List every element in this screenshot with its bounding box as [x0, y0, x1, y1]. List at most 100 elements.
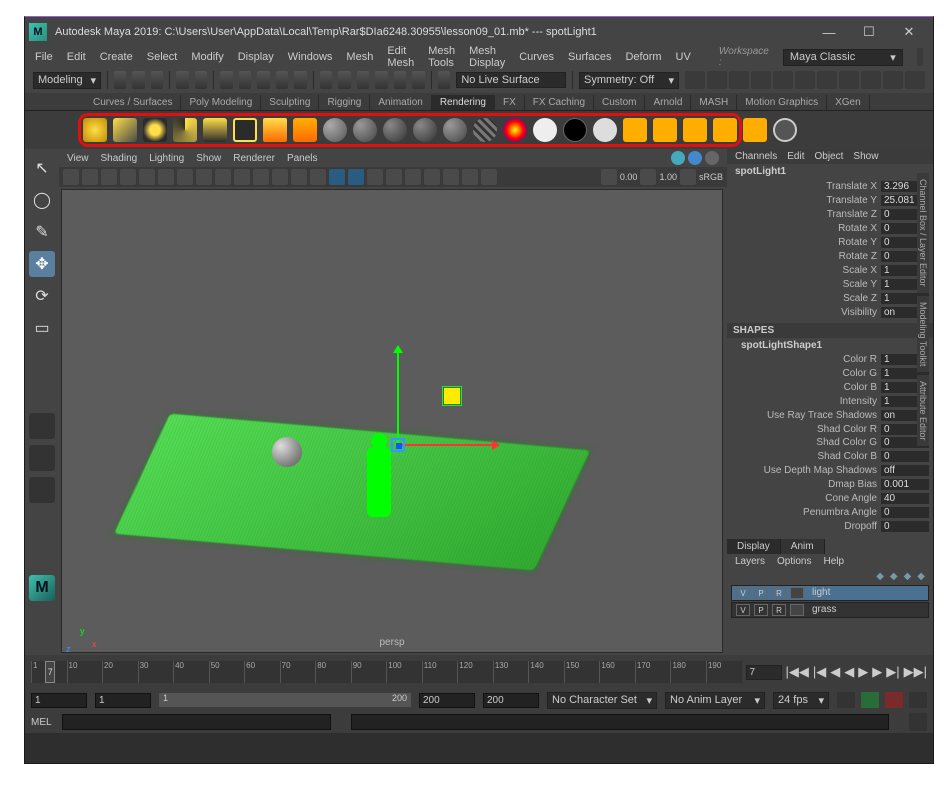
blinn-sphere-icon[interactable]	[323, 118, 347, 142]
panel-menu-shading[interactable]: Shading	[101, 153, 138, 164]
range-start-outer[interactable]: 1	[31, 693, 87, 708]
move-gizmo-y[interactable]	[397, 346, 399, 446]
snap-curve-icon[interactable]	[338, 71, 351, 89]
layers-options[interactable]: Options	[777, 556, 811, 567]
display-tab[interactable]: Display	[727, 539, 781, 554]
panel-icon[interactable]	[82, 169, 98, 185]
panel-icon[interactable]	[462, 169, 478, 185]
menu-deform[interactable]: Deform	[625, 51, 661, 63]
aniso-sphere-icon[interactable]	[443, 118, 467, 142]
layer-row[interactable]: VPRgrass	[731, 602, 929, 618]
panel-icon[interactable]	[680, 169, 696, 185]
panel-icon[interactable]	[291, 169, 307, 185]
shelf-tab-rigging[interactable]: Rigging	[319, 95, 370, 110]
menu-uv[interactable]: UV	[676, 51, 691, 63]
panel-icon[interactable]	[481, 169, 497, 185]
play-forward-icon[interactable]: ▶	[858, 664, 868, 680]
select-comp-icon[interactable]	[294, 71, 307, 89]
panel-icon[interactable]	[348, 169, 364, 185]
menu-select[interactable]: Select	[147, 51, 178, 63]
menu-windows[interactable]: Windows	[288, 51, 333, 63]
layout-four-icon[interactable]	[29, 445, 55, 471]
viewport-persp[interactable]: persp yxz	[61, 189, 723, 653]
layers-help[interactable]: Help	[823, 556, 844, 567]
shelf-tab-xgen[interactable]: XGen	[827, 95, 870, 110]
ch-tab-channels[interactable]: Channels	[735, 151, 777, 162]
shelf-tab-fxcaching[interactable]: FX Caching	[525, 95, 594, 110]
lambert-sphere-icon[interactable]	[353, 118, 377, 142]
panel-icon[interactable]	[234, 169, 250, 185]
menu-edit-mesh[interactable]: Edit Mesh	[387, 45, 414, 69]
time-track[interactable]: 7 11020304050607080901001101201301401501…	[31, 661, 742, 683]
modeling-mode-dropdown[interactable]: Modeling▾	[33, 72, 101, 89]
select-hier-icon[interactable]	[257, 71, 270, 89]
layer-add-icon[interactable]: ◆	[904, 571, 912, 582]
status-icon-4[interactable]	[751, 71, 771, 89]
time-cursor[interactable]: 7	[45, 661, 55, 683]
layer-row[interactable]: VPRlight	[731, 585, 929, 601]
panel-icon[interactable]	[386, 169, 402, 185]
select-type-icon[interactable]	[220, 71, 233, 89]
panel-icon[interactable]	[367, 169, 383, 185]
ipr-render-icon[interactable]	[713, 118, 737, 142]
panel-menu-show[interactable]: Show	[196, 153, 221, 164]
snap-surface-icon[interactable]	[394, 71, 407, 89]
ramp-sphere-icon[interactable]	[473, 118, 497, 142]
panel-icon[interactable]	[310, 169, 326, 185]
character-set-dropdown[interactable]: No Character Set▾	[547, 692, 657, 709]
attr-value[interactable]: off	[881, 465, 929, 476]
status-icon-7[interactable]	[817, 71, 837, 89]
menu-mesh[interactable]: Mesh	[346, 51, 373, 63]
select-obj-icon[interactable]	[276, 71, 289, 89]
anim-tab[interactable]: Anim	[781, 539, 825, 554]
panel-button-2[interactable]	[688, 151, 702, 165]
ambient-light-icon[interactable]	[83, 118, 107, 142]
render-settings-icon[interactable]	[263, 118, 287, 142]
hypershade-icon[interactable]	[773, 118, 797, 142]
lasso-tool[interactable]: ◯	[29, 187, 55, 213]
menu-edit[interactable]: Edit	[67, 51, 86, 63]
paint-select-tool[interactable]: ✎	[29, 219, 55, 245]
snap-point-icon[interactable]	[357, 71, 370, 89]
panel-button-1[interactable]	[671, 151, 685, 165]
render-view-icon[interactable]	[293, 118, 317, 142]
panel-icon[interactable]	[63, 169, 79, 185]
no-live-surface-dropdown[interactable]: No Live Surface	[456, 72, 566, 88]
panel-button-3[interactable]	[705, 151, 719, 165]
attr-value[interactable]: 0	[881, 507, 929, 518]
spotlight-object[interactable]	[444, 388, 460, 404]
snap-plane-icon[interactable]	[375, 71, 388, 89]
play-back-icon[interactable]: ◀	[844, 664, 854, 680]
spot-light-icon[interactable]	[173, 118, 197, 142]
shelf-tab-sculpt[interactable]: Sculpting	[261, 95, 319, 110]
move-gizmo-center[interactable]	[391, 438, 405, 452]
autokey-icon[interactable]	[837, 692, 855, 708]
save-scene-icon[interactable]	[151, 71, 164, 89]
step-forward-icon[interactable]: ▶	[872, 664, 882, 680]
menu-curves[interactable]: Curves	[519, 51, 554, 63]
use-background-icon[interactable]	[563, 118, 587, 142]
layered-sphere-icon[interactable]	[503, 118, 527, 142]
attr-value[interactable]: 0.001	[881, 479, 929, 490]
volume-light-icon[interactable]	[233, 118, 257, 142]
shelf-tab-custom[interactable]: Custom	[594, 95, 645, 110]
step-forward-key-icon[interactable]: ▶|	[886, 664, 899, 680]
menu-file[interactable]: File	[35, 51, 53, 63]
shelf-tab-fx[interactable]: FX	[495, 95, 525, 110]
area-light-icon[interactable]	[203, 118, 227, 142]
new-scene-icon[interactable]	[114, 71, 127, 89]
ch-tab-object[interactable]: Object	[815, 151, 844, 162]
menu-surfaces[interactable]: Surfaces	[568, 51, 611, 63]
panel-icon[interactable]	[177, 169, 193, 185]
surface-sphere-icon[interactable]	[533, 118, 557, 142]
anim-layer-dropdown[interactable]: No Anim Layer▾	[665, 692, 765, 709]
phonge-sphere-icon[interactable]	[413, 118, 437, 142]
select-mode-icon[interactable]	[239, 71, 252, 89]
render-sequence-icon[interactable]	[743, 118, 767, 142]
panel-menu-view[interactable]: View	[67, 153, 89, 164]
range-bar[interactable]: 1200	[159, 693, 411, 707]
maximize-button[interactable]: ☐	[849, 17, 889, 47]
shelf-tab-motion[interactable]: Motion Graphics	[737, 95, 827, 110]
menu-display[interactable]: Display	[238, 51, 274, 63]
panel-icon[interactable]	[215, 169, 231, 185]
